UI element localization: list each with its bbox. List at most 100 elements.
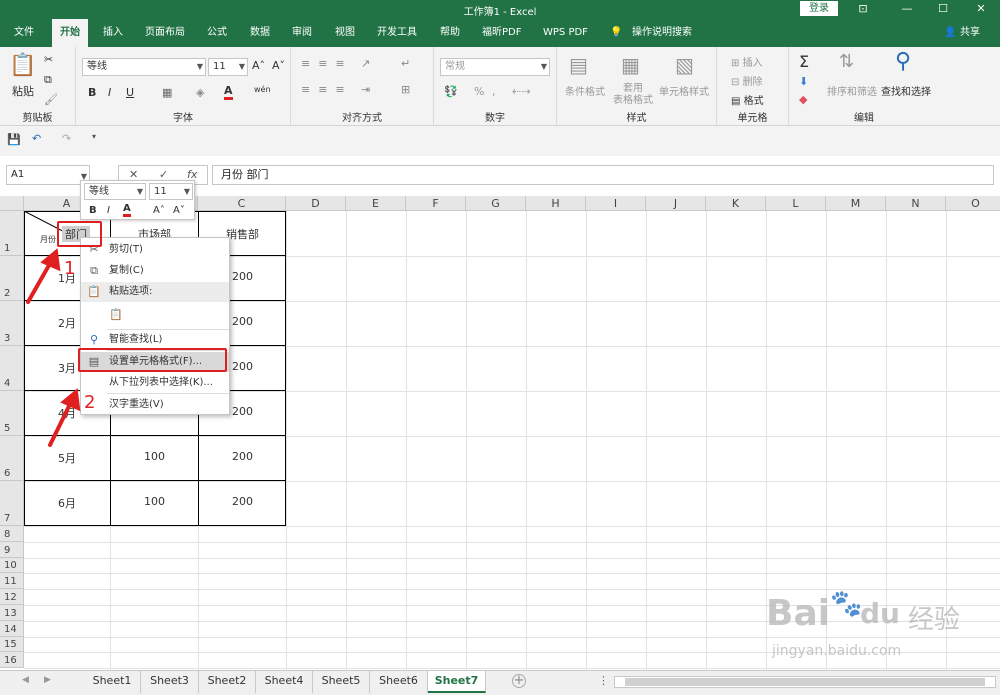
sheet-tab-sheet6[interactable]: Sheet6: [370, 671, 428, 693]
insert-button[interactable]: ⊞ 插入: [731, 54, 763, 69]
name-box[interactable]: A1 ▼: [6, 165, 90, 185]
bold-button[interactable]: B: [88, 86, 96, 99]
accounting-icon[interactable]: 💱: [444, 85, 458, 98]
column-header-h[interactable]: H: [526, 196, 586, 211]
row-header-1[interactable]: 1: [0, 211, 24, 256]
column-header-k[interactable]: K: [706, 196, 766, 211]
vertical-align-icons[interactable]: ≡≡≡: [301, 57, 353, 70]
table-cell-c[interactable]: 200: [199, 495, 286, 508]
horizontal-scrollbar[interactable]: [614, 676, 996, 688]
tab-wps-pdf[interactable]: WPS PDF: [543, 19, 588, 47]
column-header-e[interactable]: E: [346, 196, 406, 211]
ribbon-display-options-button[interactable]: ⊡: [852, 1, 874, 17]
delete-button[interactable]: ⊟ 删除: [731, 73, 763, 88]
number-format-select[interactable]: 常规 ▼: [440, 58, 550, 76]
mini-grow-button[interactable]: A˄: [153, 205, 165, 216]
tab-home[interactable]: 开始: [52, 19, 88, 47]
row-header-14[interactable]: 14: [0, 620, 24, 637]
formula-input[interactable]: 月份 部门: [212, 165, 994, 185]
orientation-icon[interactable]: ↗: [361, 57, 370, 70]
row-header-13[interactable]: 13: [0, 605, 24, 621]
menu-item-reconvert[interactable]: 汉字重选(V): [81, 395, 229, 415]
column-header-g[interactable]: G: [466, 196, 526, 211]
tab-data[interactable]: 数据: [250, 19, 270, 47]
row-header-7[interactable]: 7: [0, 481, 24, 526]
tab-formulas[interactable]: 公式: [207, 19, 227, 47]
autosum-icon[interactable]: Σ: [799, 52, 809, 71]
tab-page-layout[interactable]: 页面布局: [145, 19, 185, 47]
row-header-12[interactable]: 12: [0, 589, 24, 605]
comma-button[interactable]: ,: [492, 85, 496, 98]
scroll-right-icon[interactable]: ▶: [44, 675, 51, 685]
row-header-2[interactable]: 2: [0, 256, 24, 301]
cell-a1-month[interactable]: 月份: [40, 234, 56, 245]
row-header-8[interactable]: 8: [0, 526, 24, 542]
sheet-tab-sheet3[interactable]: Sheet3: [141, 671, 199, 693]
column-header-d[interactable]: D: [286, 196, 346, 211]
mini-font-color-button[interactable]: A: [123, 203, 131, 217]
tab-help[interactable]: 帮助: [440, 19, 460, 47]
row-header-9[interactable]: 9: [0, 541, 24, 558]
table-cell-c[interactable]: 200: [199, 450, 286, 463]
table-cell-month[interactable]: 5月: [24, 450, 110, 466]
column-header-j[interactable]: J: [646, 196, 706, 211]
column-header-c[interactable]: C: [198, 196, 286, 211]
mini-shrink-button[interactable]: A˅: [173, 205, 185, 216]
copy-icon[interactable]: ⧉: [44, 73, 52, 87]
mini-font-select[interactable]: 等线 ▼: [84, 183, 146, 200]
tab-developer[interactable]: 开发工具: [377, 19, 417, 47]
font-name-select[interactable]: 等线 ▼: [82, 58, 206, 76]
clear-icon[interactable]: ◆: [799, 93, 807, 106]
customize-qat-icon[interactable]: ▾: [92, 132, 96, 141]
sheet-tab-sheet4[interactable]: Sheet4: [256, 671, 313, 693]
row-header-5[interactable]: 5: [0, 391, 24, 436]
sheet-tab-sheet5[interactable]: Sheet5: [313, 671, 370, 693]
horizontal-align-icons[interactable]: ≡≡≡: [301, 83, 353, 96]
split-handle-icon[interactable]: ⋮: [598, 674, 609, 687]
wrap-text-icon[interactable]: ↵: [401, 57, 410, 70]
decimal-icon[interactable]: ⇠⇢: [512, 85, 530, 98]
paste-button[interactable]: 粘贴: [6, 83, 40, 99]
mini-bold-button[interactable]: B: [89, 205, 97, 216]
font-size-select[interactable]: 11 ▼: [208, 58, 248, 76]
mini-italic-button[interactable]: I: [107, 205, 110, 216]
format-painter-icon[interactable]: 🖌: [44, 93, 58, 106]
redo-icon[interactable]: ↷: [62, 132, 71, 145]
tab-review[interactable]: 审阅: [292, 19, 312, 47]
row-header-3[interactable]: 3: [0, 301, 24, 346]
format-button[interactable]: ▤ 格式: [731, 92, 764, 107]
column-header-f[interactable]: F: [406, 196, 466, 211]
mini-size-select[interactable]: 11 ▼: [149, 183, 193, 200]
conditional-format-button[interactable]: 条件格式: [565, 83, 605, 98]
login-button[interactable]: 登录: [800, 1, 838, 16]
minimize-button[interactable]: —: [896, 1, 918, 17]
table-cell-month[interactable]: 6月: [24, 495, 110, 511]
grow-font-button[interactable]: A˄: [252, 59, 265, 72]
sheet-tab-sheet2[interactable]: Sheet2: [199, 671, 256, 693]
borders-icon[interactable]: ▦: [162, 86, 172, 99]
scrollbar-thumb[interactable]: [625, 678, 985, 686]
tab-foxit-pdf[interactable]: 福昕PDF: [482, 19, 521, 47]
close-button[interactable]: ✕: [970, 1, 992, 17]
table-format-button[interactable]: 套用 表格格式: [611, 83, 655, 107]
font-color-button[interactable]: A: [224, 84, 233, 100]
indent-icon[interactable]: ⇥: [361, 83, 370, 96]
column-header-o[interactable]: O: [946, 196, 1000, 211]
menu-item-pick-from-list[interactable]: 从下拉列表中选择(K)...: [81, 373, 229, 393]
fill-color-icon[interactable]: ◈: [196, 86, 204, 99]
column-header-i[interactable]: I: [586, 196, 646, 211]
merge-center-icon[interactable]: ⊞: [401, 83, 410, 96]
row-header-4[interactable]: 4: [0, 346, 24, 391]
cell-style-button[interactable]: 单元格样式: [659, 83, 709, 98]
tab-insert[interactable]: 插入: [103, 19, 123, 47]
sheet-tab-sheet1[interactable]: Sheet1: [84, 671, 141, 693]
cut-icon[interactable]: ✂: [44, 53, 53, 66]
row-header-6[interactable]: 6: [0, 436, 24, 481]
italic-button[interactable]: I: [108, 86, 111, 99]
sheet-tab-sheet7[interactable]: Sheet7: [428, 671, 486, 693]
shrink-font-button[interactable]: A˅: [272, 59, 285, 72]
tab-view[interactable]: 视图: [335, 19, 355, 47]
column-header-n[interactable]: N: [886, 196, 946, 211]
scroll-left-icon[interactable]: ◀: [22, 675, 29, 685]
table-cell-b[interactable]: 100: [111, 450, 198, 463]
